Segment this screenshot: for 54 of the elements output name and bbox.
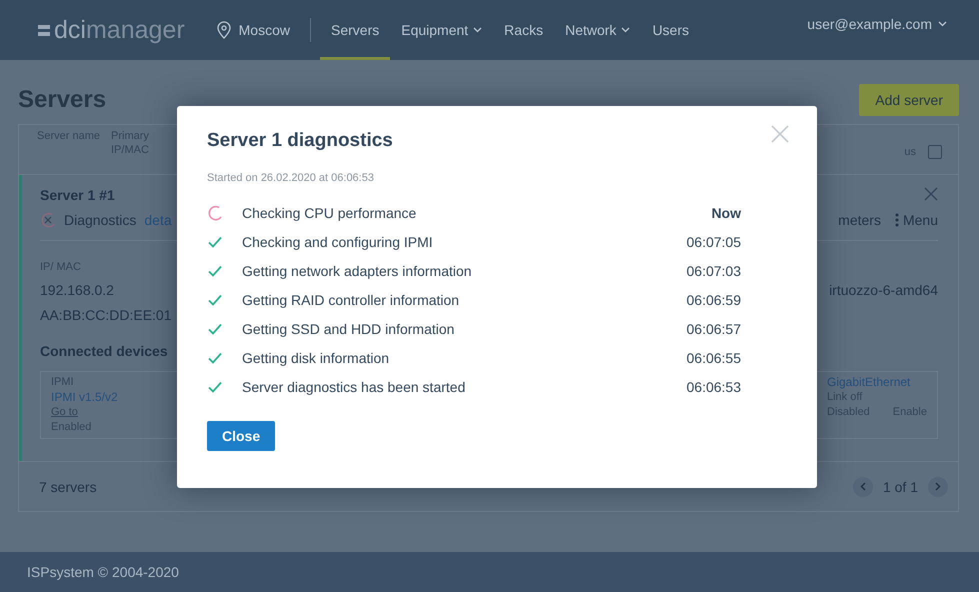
ip-address: 192.168.0.2 — [40, 282, 114, 298]
server-name: Server 1 #1 — [40, 186, 115, 203]
step-label: Getting disk information — [242, 350, 390, 366]
add-server-button[interactable]: Add server — [859, 84, 959, 116]
device-port[interactable]: GigabitEthernet — [827, 374, 910, 390]
os-name: irtuozzo-6-amd64 — [829, 282, 938, 298]
step-label: Checking and configuring IPMI — [242, 234, 433, 250]
nav-tab[interactable]: Equipment — [390, 0, 494, 60]
close-icon[interactable] — [924, 186, 938, 201]
copyright: ISPsystem © 2004-2020 — [27, 564, 179, 580]
status-label: Diagnostics — [64, 212, 136, 228]
page-indicator: 1 of 1 — [882, 478, 918, 495]
page-title: Servers — [18, 86, 106, 114]
menu-button[interactable]: Menu — [894, 212, 938, 228]
step-time: 06:07:03 — [686, 262, 741, 278]
nav-tab[interactable]: Servers — [320, 0, 390, 60]
step-time: 06:06:53 — [686, 378, 741, 394]
chevron-left-icon — [860, 482, 866, 492]
close-button[interactable]: Close — [207, 421, 276, 451]
more-icon — [894, 212, 899, 227]
caret-icon — [938, 21, 947, 27]
chevron-right-icon — [935, 482, 941, 492]
step-label: Server diagnostics has been started — [242, 378, 466, 394]
step-label: Getting network adapters information — [242, 262, 472, 278]
logo-text: manager — [86, 16, 185, 44]
step-time: 06:06:57 — [686, 320, 741, 336]
status-icon — [40, 212, 56, 228]
start-time: Started on 26.02.2020 at 06:06:53 — [207, 172, 375, 184]
logo-icon — [38, 24, 50, 36]
step-time: Now — [711, 204, 741, 220]
nav-tab[interactable]: Users — [641, 0, 700, 60]
logo-text: dci — [54, 16, 86, 44]
nav-tab[interactable]: Network — [554, 0, 642, 60]
location-label[interactable]: Moscow — [238, 22, 290, 38]
step-time: 06:06:55 — [686, 350, 741, 366]
location-pin-icon — [216, 21, 231, 39]
details-link[interactable]: deta — [144, 212, 172, 228]
nav-tab[interactable]: Racks — [493, 0, 554, 60]
step-time: 06:07:05 — [686, 234, 741, 250]
prev-page-button[interactable] — [852, 476, 873, 497]
device-name[interactable]: IPMI v1.5/v2 — [51, 390, 118, 405]
spinner-icon — [207, 204, 223, 220]
dialog-title: Server 1 diagnostics — [207, 130, 394, 152]
mac-address: AA:BB:CC:DD:EE:01 — [40, 306, 172, 323]
step-label: Getting SSD and HDD information — [242, 320, 454, 336]
parameters-link[interactable]: meters — [838, 212, 881, 228]
step-time: 06:06:59 — [686, 292, 741, 308]
user-menu[interactable]: user@example.com — [807, 16, 947, 32]
step-label: Getting RAID controller information — [242, 292, 460, 308]
next-page-button[interactable] — [928, 476, 948, 497]
section-title: Connected devices — [40, 342, 168, 359]
select-all-checkbox[interactable] — [928, 145, 942, 159]
server-count: 7 servers — [39, 478, 97, 495]
step-label: Checking CPU performance — [242, 204, 416, 220]
